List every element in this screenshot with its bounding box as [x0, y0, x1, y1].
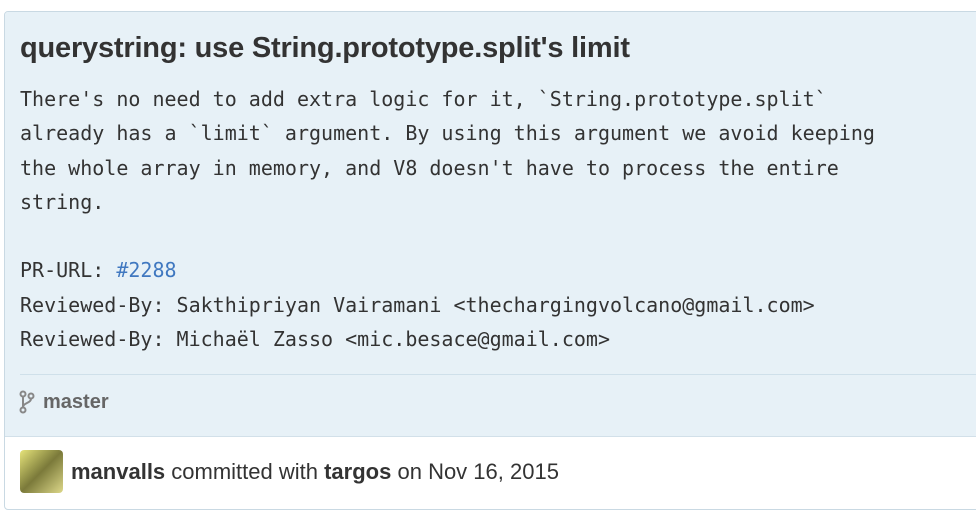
commit-date: Nov 16, 2015: [428, 458, 559, 484]
commit-header: querystring: use String.prototype.split'…: [5, 12, 976, 437]
pr-link[interactable]: #2288: [116, 258, 176, 282]
branch-name[interactable]: master: [43, 391, 109, 414]
commit-meta: manvalls committed with targos on Nov 16…: [20, 450, 559, 493]
divider: [20, 374, 976, 375]
avatar[interactable]: [20, 450, 63, 493]
branch-info: master: [19, 390, 109, 414]
git-branch-icon: [19, 390, 35, 414]
commit-card: querystring: use String.prototype.split'…: [4, 11, 976, 510]
commit-title: querystring: use String.prototype.split'…: [20, 32, 630, 64]
committer-link[interactable]: targos: [324, 459, 391, 485]
author-link[interactable]: manvalls: [71, 459, 165, 485]
commit-message: There's no need to add extra logic for i…: [20, 87, 875, 352]
